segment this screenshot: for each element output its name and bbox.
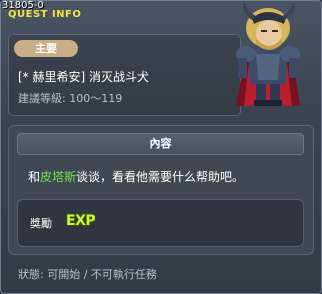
npc-portrait xyxy=(236,2,300,106)
desc-prefix: 和 xyxy=(28,170,41,184)
quest-name: [* 赫里希安] 消灭战斗犬 xyxy=(18,70,149,84)
exp-icon[interactable]: EXP xyxy=(66,213,96,229)
npc-name-link[interactable]: 皮塔斯 xyxy=(40,170,76,184)
window-title[interactable]: QUEST INFO xyxy=(8,9,81,20)
content-header: 內容 xyxy=(17,133,304,155)
recommended-level: 建議等級: 100～119 xyxy=(18,92,123,105)
category-badge: 主要 xyxy=(14,40,78,57)
quest-status: 狀態: 可開始 / 不可執行任務 xyxy=(18,268,157,281)
reward-box xyxy=(17,199,304,247)
quest-description: 和皮塔斯谈谈，看看他需要什么帮助吧。 xyxy=(28,168,244,185)
reward-label: 獎勵 xyxy=(30,217,52,230)
desc-suffix: 谈谈，看看他需要什么帮助吧。 xyxy=(76,170,245,184)
